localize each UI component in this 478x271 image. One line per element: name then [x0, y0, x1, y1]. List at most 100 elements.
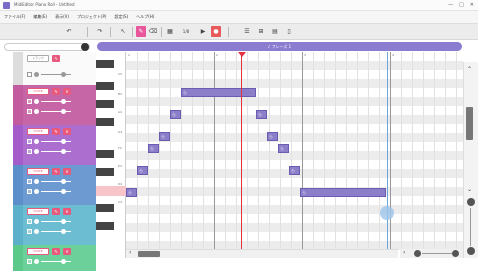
phrase-bar[interactable]: ♪ フレーズ 1	[97, 42, 462, 51]
black-key[interactable]	[96, 150, 114, 158]
menu-file[interactable]: ファイル(F)	[4, 14, 25, 20]
key-label: E4	[118, 164, 122, 168]
vertical-zoom-track[interactable]	[470, 208, 471, 246]
track-list: トラック ✎ VOICE ✎ ✕ VOICE ✎ ✕ VOICE ✎ ✕ VOICE ✎ ✕ VO…	[13, 52, 96, 271]
menu-view[interactable]: 表示(V)	[55, 14, 69, 20]
doc-icon[interactable]: ▯	[284, 26, 294, 37]
track-panel[interactable]: VOICE ✎ ✕	[13, 85, 96, 125]
track-label: VOICE	[27, 88, 49, 95]
black-key[interactable]	[96, 100, 114, 108]
vertical-zoom-out-knob[interactable]	[467, 247, 475, 255]
table-icon[interactable]: ⊞	[256, 26, 266, 37]
track-label: VOICE	[27, 208, 49, 215]
track-label: トラック	[27, 55, 49, 62]
note[interactable]: ら	[256, 110, 267, 119]
track-mute-button[interactable]: ✕	[63, 248, 71, 255]
track-panel[interactable]: VOICE ✎ ✕	[13, 205, 96, 245]
menu-edit[interactable]: 編集(E)	[33, 14, 47, 20]
track-mute-button[interactable]: ✕	[63, 208, 71, 215]
track-mute-button[interactable]: ✕	[63, 128, 71, 135]
window-title: MidiEditor Piano Roll - Untitled	[14, 2, 75, 7]
horizontal-scroll-thumb[interactable]	[138, 251, 160, 257]
track-panel[interactable]: VOICE ✎ ✕	[13, 125, 96, 165]
track-edit-button[interactable]: ✎	[52, 208, 60, 215]
black-key[interactable]	[96, 168, 114, 176]
close-button[interactable]: ✕	[470, 2, 474, 8]
key-label: A4	[118, 110, 122, 114]
scroll-down-icon[interactable]: ⌄	[467, 186, 472, 193]
side-strip	[0, 52, 13, 271]
menu-project[interactable]: プロジェクト(P)	[77, 14, 107, 20]
track-panel[interactable]: VOICE ✎ ✕	[13, 165, 96, 205]
playhead-line[interactable]	[241, 52, 242, 258]
eraser-icon[interactable]: ⌫	[148, 26, 158, 37]
bar-number: 1	[128, 53, 130, 57]
note[interactable]: ら	[148, 144, 159, 153]
layers-icon[interactable]: ▤	[270, 26, 280, 37]
note[interactable]: ら	[267, 132, 278, 141]
vertical-zoom-in-knob[interactable]	[467, 198, 475, 206]
vertical-scroll-thumb[interactable]	[466, 107, 473, 140]
zoom-in-knob[interactable]	[452, 250, 459, 257]
note[interactable]: ら	[181, 88, 256, 97]
horizontal-zoom[interactable]: ›	[400, 249, 463, 258]
track-edit-button[interactable]: ✎	[52, 55, 60, 62]
zoom-out-knob[interactable]	[414, 250, 421, 257]
track-mute-button[interactable]: ✕	[63, 88, 71, 95]
active-key-highlight	[96, 186, 126, 196]
edit-cursor-line	[387, 52, 388, 258]
black-key[interactable]	[96, 82, 114, 90]
note[interactable]: ら	[159, 132, 170, 141]
app-window: MidiEditor Piano Roll - Untitled — □ ✕ フ…	[0, 0, 478, 271]
key-label: G4	[118, 130, 123, 134]
note[interactable]: ら	[170, 110, 181, 119]
piano-roll-grid[interactable]: 1 2 3 4 ら ら ら ら ら ら ら ら ら ら ら	[126, 52, 463, 258]
black-key[interactable]	[96, 118, 114, 126]
horizontal-scrollbar[interactable]	[126, 249, 398, 258]
key-label: D4	[118, 182, 123, 186]
note[interactable]: ら	[126, 188, 137, 197]
note[interactable]: ら	[137, 166, 148, 175]
black-key[interactable]	[96, 60, 114, 68]
track-panel[interactable]: VOICE ✎ ✕	[13, 245, 96, 271]
note[interactable]: ら	[289, 166, 300, 175]
scroll-up-icon[interactable]: ⌃	[467, 66, 472, 73]
note[interactable]: ら	[300, 188, 386, 197]
pencil-icon[interactable]: ✎	[136, 26, 146, 37]
bar-number: 4	[392, 53, 394, 57]
toolbar: ↶ ↷ ↖ ✎ ⌫ ▦ 1/8 ▶ ● ☰ ⊞ ▤ ▯	[0, 24, 478, 40]
piano-keyboard[interactable]: C5 B4 A4 G4 F4 E4 D4 C4	[96, 52, 126, 258]
pointer-icon[interactable]: ↖	[118, 26, 128, 37]
track-edit-button[interactable]: ✎	[52, 128, 60, 135]
drag-handle[interactable]	[380, 206, 394, 220]
scroll-left-icon[interactable]: ‹	[129, 249, 131, 256]
minimize-button[interactable]: —	[448, 2, 453, 8]
track-mute-button[interactable]: ✕	[63, 168, 71, 175]
track-zoom-knob[interactable]	[81, 43, 89, 51]
quantize-select[interactable]: 1/8	[180, 26, 192, 37]
track-label: VOICE	[27, 128, 49, 135]
maximize-button[interactable]: □	[459, 2, 464, 8]
playhead-marker[interactable]	[238, 52, 246, 57]
record-icon[interactable]: ●	[211, 26, 221, 37]
bar-number: 2	[216, 53, 218, 57]
track-edit-button[interactable]: ✎	[52, 88, 60, 95]
track-label: VOICE	[27, 248, 49, 255]
key-label: C5	[118, 72, 123, 76]
play-icon[interactable]: ▶	[198, 26, 208, 37]
menu-help[interactable]: ヘルプ(H)	[136, 14, 154, 20]
zoom-track[interactable]	[422, 253, 452, 254]
key-label: C4	[118, 200, 123, 204]
track-search-input[interactable]	[4, 43, 90, 51]
track-edit-button[interactable]: ✎	[52, 248, 60, 255]
undo-icon[interactable]: ↶	[64, 26, 74, 37]
menu-settings[interactable]: 設定(S)	[114, 14, 128, 20]
black-key[interactable]	[96, 204, 114, 212]
grid-icon[interactable]: ▦	[165, 26, 175, 37]
scroll-right-icon[interactable]: ›	[403, 249, 405, 256]
list-icon[interactable]: ☰	[242, 26, 252, 37]
track-edit-button[interactable]: ✎	[52, 168, 60, 175]
black-key[interactable]	[96, 222, 114, 230]
redo-icon[interactable]: ↷	[95, 26, 105, 37]
note[interactable]: ら	[278, 144, 289, 153]
